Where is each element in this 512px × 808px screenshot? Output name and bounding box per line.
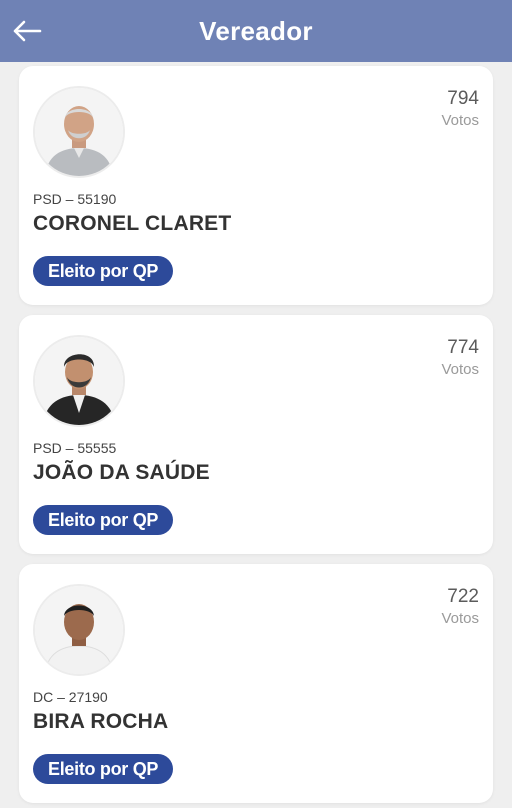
candidate-name: CORONEL CLARET	[33, 212, 232, 235]
votes-count: 794	[447, 88, 479, 109]
votes-label: Votos	[441, 112, 479, 129]
candidate-card[interactable]: 774 Votos PSD – 55555 JOÃO DA SAÚDE Elei…	[19, 315, 493, 554]
candidate-card[interactable]: 722 Votos DC – 27190 BIRA ROCHA Eleito p…	[19, 564, 493, 803]
candidate-photo[interactable]	[33, 86, 125, 178]
candidate-name: JOÃO DA SAÚDE	[33, 461, 210, 484]
votes-count: 774	[447, 337, 479, 358]
party-number: PSD – 55555	[33, 440, 117, 456]
votes-block: 774 Votos	[441, 337, 479, 380]
elected-status-badge: Eleito por QP	[33, 754, 174, 784]
candidate-photo[interactable]	[33, 335, 125, 427]
votes-count: 722	[447, 586, 479, 607]
page-title: Vereador	[199, 16, 313, 46]
candidate-card[interactable]: 794 Votos PSD – 55190 CORONEL CLARET Ele…	[19, 66, 493, 305]
app-header: Vereador	[0, 0, 512, 62]
candidate-photo[interactable]	[33, 584, 125, 676]
elected-status-badge: Eleito por QP	[33, 256, 174, 286]
votes-block: 722 Votos	[441, 586, 479, 629]
party-number: PSD – 55190	[33, 191, 117, 207]
party-number: DC – 27190	[33, 689, 108, 705]
candidate-name: BIRA ROCHA	[33, 710, 169, 733]
elected-status-badge: Eleito por QP	[33, 505, 174, 535]
votes-label: Votos	[441, 610, 479, 627]
votes-label: Votos	[441, 361, 479, 378]
votes-block: 794 Votos	[441, 88, 479, 131]
